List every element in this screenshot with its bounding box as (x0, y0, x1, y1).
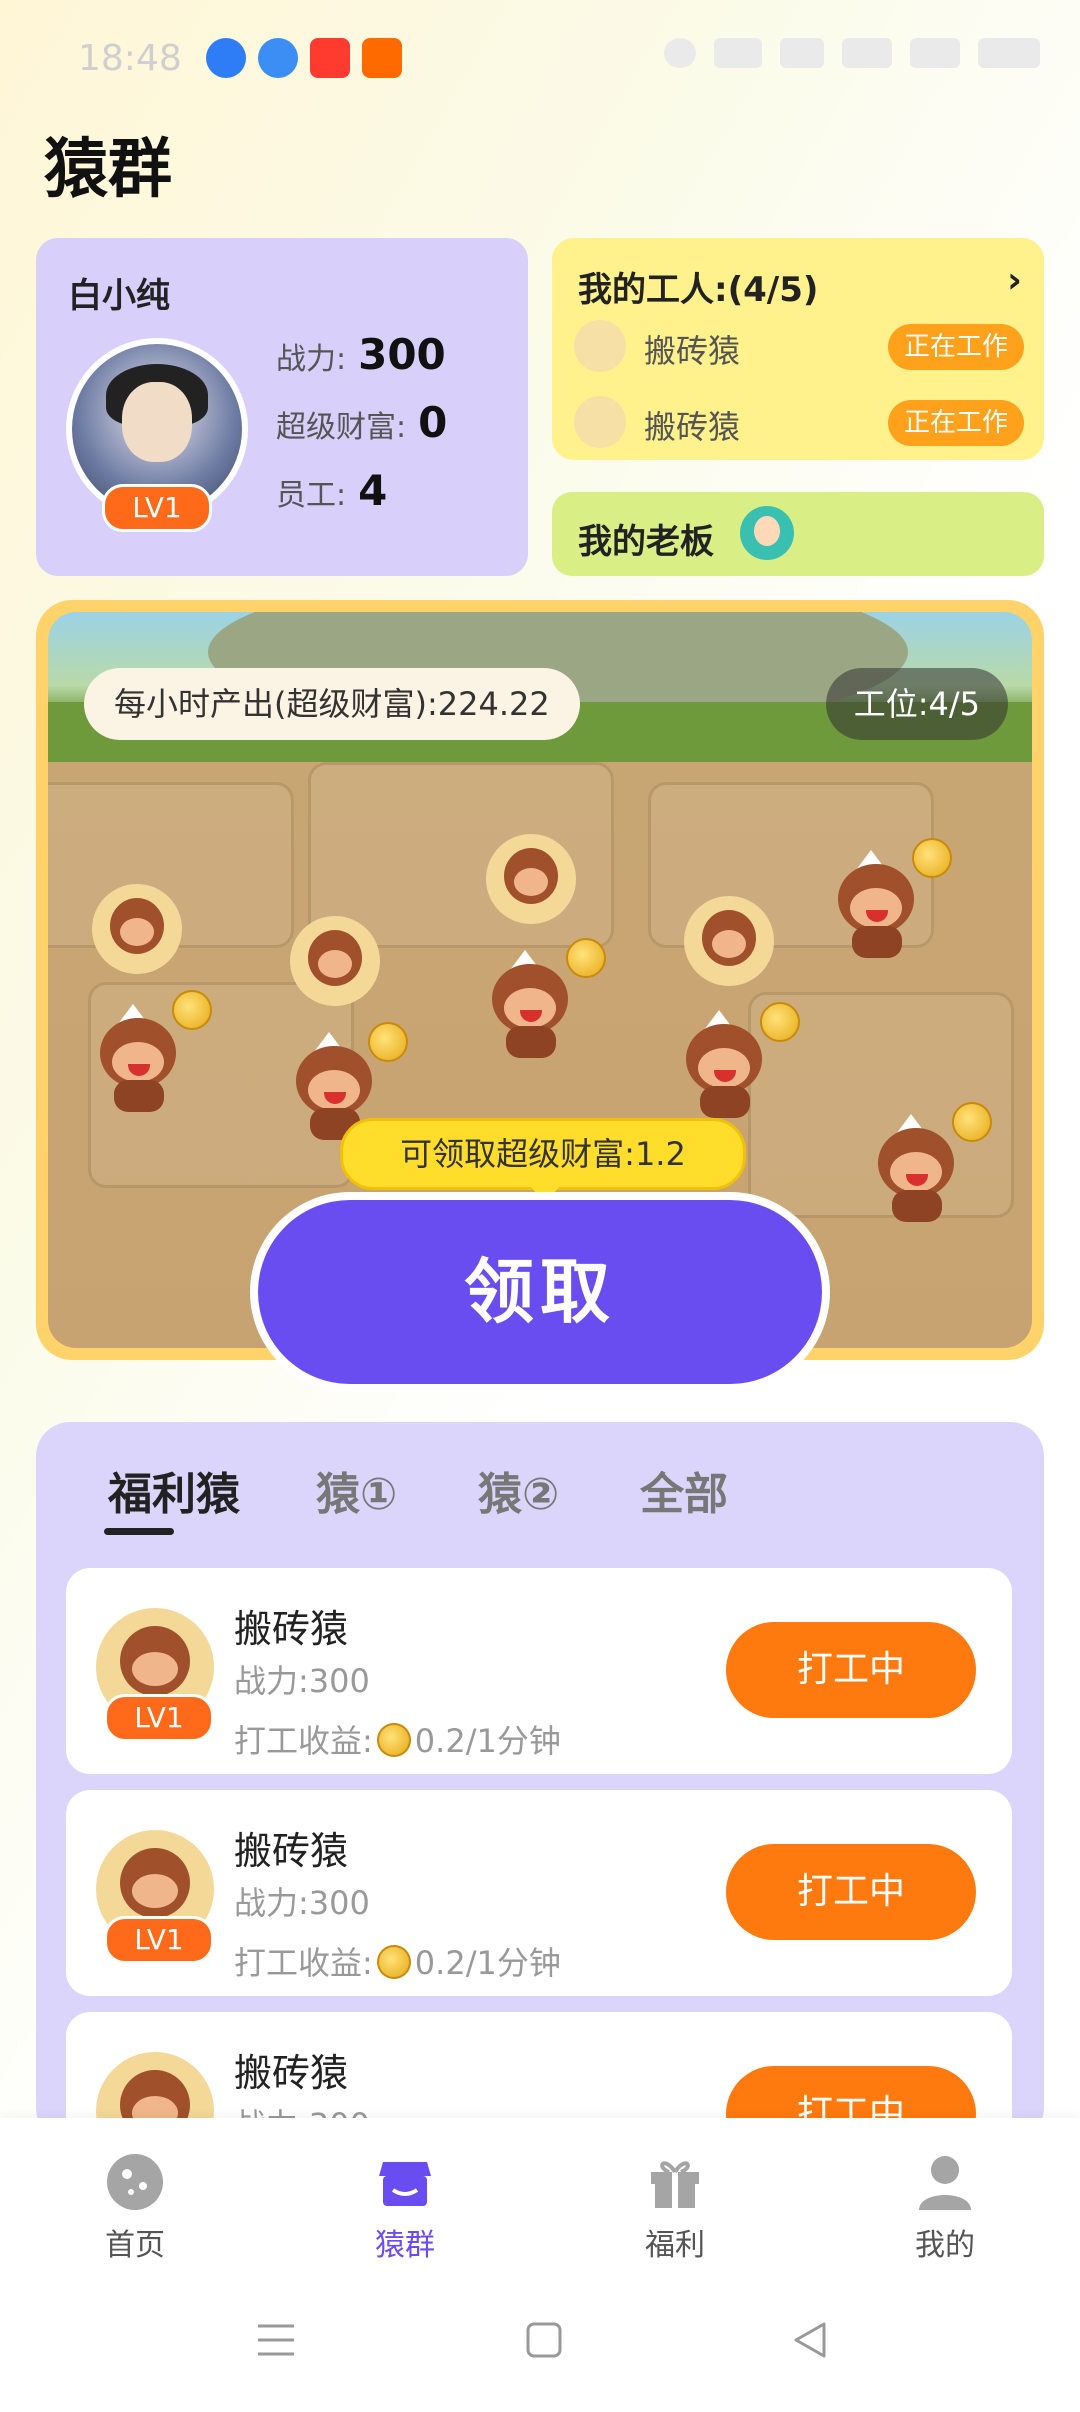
monkey-power: 战力:300 (234, 1884, 370, 1922)
coin-icon (912, 838, 952, 878)
active-tab-indicator (104, 1528, 174, 1535)
nav-home[interactable]: 首页 (70, 2152, 200, 2264)
bottom-nav: 首页 猿群 福利 我的 (0, 2118, 1080, 2270)
video-app-icon (310, 38, 350, 78)
worker-name: 搬砖猿 (644, 332, 741, 370)
monkey-name: 搬砖猿 (234, 1607, 349, 1651)
workers-title: 我的工人:(4/5) (578, 270, 819, 310)
worker-item[interactable]: 搬砖猿 正在工作 (574, 392, 1024, 452)
profile-name: 白小纯 (68, 276, 170, 316)
system-nav-bar (0, 2270, 1080, 2412)
claimable-wealth-tooltip: 可领取超级财富:1.2 (340, 1118, 746, 1203)
status-time: 18:48 (78, 38, 182, 79)
my-workers-card[interactable]: 我的工人:(4/5) › 搬砖猿 正在工作 搬砖猿 正在工作 (552, 238, 1044, 460)
working-status-badge: 正在工作 (888, 400, 1024, 446)
coin-icon (376, 1723, 411, 1757)
monkey-power: 战力:300 (234, 1662, 370, 1700)
working-button[interactable]: 打工中 (726, 1844, 976, 1940)
my-boss-card[interactable]: 我的老板 (552, 492, 1044, 576)
working-button[interactable]: 打工中 (726, 1622, 976, 1718)
tab-all[interactable]: 全部 (640, 1458, 728, 1522)
hourly-output-label: 每小时产出(超级财富):224.22 (84, 668, 580, 740)
coin-icon (760, 1002, 800, 1042)
nav-monkey-group[interactable]: 猿群 (340, 2152, 470, 2264)
monkey-bubble[interactable] (290, 916, 380, 1006)
wifi-icon (780, 38, 824, 68)
coin-icon (566, 938, 606, 978)
coin-icon (368, 1022, 408, 1062)
level-badge: LV1 (102, 484, 212, 532)
monkey-bubble[interactable] (684, 896, 774, 986)
working-status-badge: 正在工作 (888, 324, 1024, 370)
monkey-avatar-icon (574, 320, 626, 372)
staff-stat: 员工: 4 (276, 466, 388, 515)
nav-me[interactable]: 我的 (880, 2152, 1010, 2264)
working-monkey[interactable] (866, 1112, 966, 1222)
alarm-icon (664, 38, 696, 68)
worker-item[interactable]: 搬砖猿 正在工作 (574, 316, 1024, 376)
monkey-income: 打工收益: 0.2/1分钟 (234, 1722, 561, 1760)
menu-icon[interactable] (256, 2320, 296, 2360)
home-planet-icon (105, 2152, 165, 2212)
tab-monkey-2[interactable]: 猿② (478, 1458, 559, 1522)
tab-monkey-1[interactable]: 猿① (316, 1458, 397, 1522)
page-title: 猿群 (44, 133, 172, 207)
coin-icon (376, 1945, 411, 1979)
monkey-bubble[interactable] (486, 834, 576, 924)
signal-icon (910, 38, 960, 68)
monkey-income: 打工收益: 0.2/1分钟 (234, 1944, 561, 1982)
monkey-avatar-icon (574, 396, 626, 448)
worker-name: 搬砖猿 (644, 408, 741, 446)
level-badge: LV1 (104, 1916, 214, 1964)
person-icon (915, 2152, 975, 2212)
working-monkey[interactable] (480, 948, 580, 1058)
category-tabs: 福利猿 猿① 猿② 全部 (72, 1458, 972, 1538)
battery-icon (978, 38, 1040, 68)
coin-icon (172, 990, 212, 1030)
working-monkey[interactable] (826, 848, 926, 958)
signal-icon (842, 38, 892, 68)
workstation-count-label: 工位:4/5 (825, 668, 1008, 740)
list-item[interactable]: LV1 搬砖猿 战力:300 打工收益: 0.2/1分钟 打工中 (66, 1568, 1012, 1774)
power-stat: 战力: 300 (276, 330, 446, 379)
back-icon[interactable] (790, 2320, 830, 2360)
list-item[interactable]: LV1 搬砖猿 战力:300 打工收益: 0.2/1分钟 打工中 (66, 1790, 1012, 1996)
nfc-icon (714, 38, 762, 68)
tab-welfare-monkey[interactable]: 福利猿 (108, 1458, 240, 1522)
claim-button[interactable]: 领取 (258, 1200, 822, 1384)
gift-icon (645, 2152, 705, 2212)
monkey-list-panel: 福利猿 猿① 猿② 全部 LV1 搬砖猿 战力:300 打工收益: 0.2/1分钟… (36, 1422, 1044, 2218)
chevron-right-icon[interactable]: › (1007, 260, 1022, 301)
level-badge: LV1 (104, 1694, 214, 1742)
home-square-icon[interactable] (524, 2320, 564, 2360)
status-bar: 18:48 (0, 0, 1080, 120)
working-monkey[interactable] (674, 1008, 774, 1118)
wealth-stat: 超级财富: 0 (276, 398, 448, 447)
boss-avatar (740, 506, 794, 560)
monkey-bubble[interactable] (92, 884, 182, 974)
store-icon (375, 2152, 435, 2212)
monkey-name: 搬砖猿 (234, 1829, 349, 1873)
profile-card[interactable]: 白小纯 LV1 战力: 300 超级财富: 0 员工: 4 (36, 238, 528, 576)
boss-title: 我的老板 (578, 522, 714, 562)
status-indicators (664, 38, 1040, 68)
taobao-app-icon (362, 38, 402, 78)
monkey-name: 搬砖猿 (234, 2051, 349, 2095)
coin-icon (952, 1102, 992, 1142)
app-notification-icon (258, 38, 298, 78)
nav-welfare[interactable]: 福利 (610, 2152, 740, 2264)
app-notification-icon (206, 38, 246, 78)
